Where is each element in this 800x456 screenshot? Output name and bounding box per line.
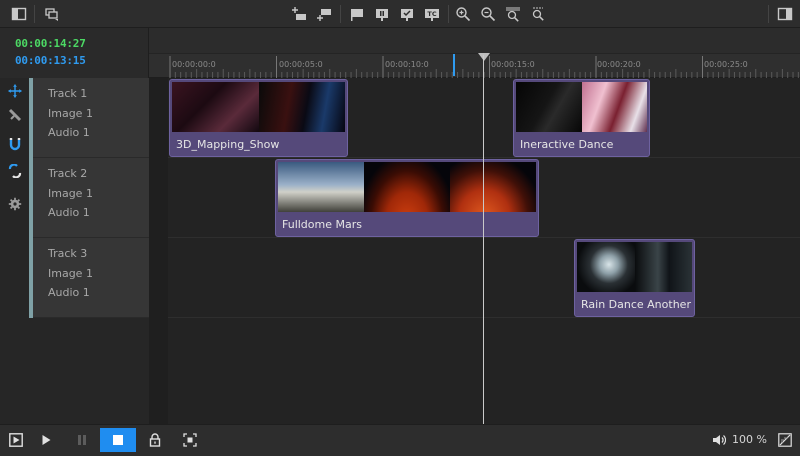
- clip-thumbnail: [258, 82, 345, 132]
- track-image-label: Image 1: [48, 107, 93, 120]
- ruler-label: 00:00:05:0: [279, 60, 323, 69]
- play-icon[interactable]: [34, 429, 58, 451]
- ruler-header: [149, 28, 800, 54]
- toolbar-divider: [448, 5, 449, 23]
- duration-timecode: 00:00:13:15: [15, 54, 86, 67]
- zoom-fit-icon[interactable]: [503, 4, 523, 24]
- clip-thumbnail: [581, 82, 647, 132]
- clip-rain-dance[interactable]: Rain Dance Another Wo: [574, 239, 695, 317]
- zoom-out-icon[interactable]: [478, 4, 498, 24]
- clip-thumbnail: [278, 162, 364, 212]
- track-audio-label: Audio 1: [48, 206, 90, 219]
- clip-thumbnail: [172, 82, 259, 132]
- razor-icon[interactable]: [6, 106, 24, 124]
- zoom-reset-icon[interactable]: [528, 4, 548, 24]
- lane-divider: [168, 157, 800, 158]
- pause-marker-icon[interactable]: [372, 4, 392, 24]
- track-header-1[interactable]: Track 1 Image 1 Audio 1: [29, 78, 149, 158]
- ruler-label: 00:00:00:0: [172, 60, 216, 69]
- clip-thumbnails: [172, 82, 345, 132]
- clip-fulldome-mars[interactable]: Fulldome Mars: [275, 159, 539, 237]
- volume-level: 100 %: [732, 433, 767, 446]
- insert-track-below-icon[interactable]: [314, 4, 334, 24]
- marker-flag-icon[interactable]: [347, 4, 367, 24]
- edit-tools-column: [0, 78, 29, 424]
- ruler-ticks: [169, 56, 799, 78]
- tc-label: TC: [427, 10, 436, 18]
- zoom-in-icon[interactable]: [453, 4, 473, 24]
- ruler-label: 00:00:10:0: [385, 60, 429, 69]
- track-audio-label: Audio 1: [48, 286, 90, 299]
- track-image-label: Image 1: [48, 267, 93, 280]
- clip-3d-mapping-show[interactable]: 3D_Mapping_Show: [169, 79, 348, 157]
- fit-screen-icon[interactable]: [178, 429, 202, 451]
- playhead-line[interactable]: [483, 55, 484, 424]
- track-name: Track 2: [48, 167, 88, 180]
- magnet-snap-icon[interactable]: [6, 136, 24, 154]
- track-name: Track 3: [48, 247, 88, 260]
- insert-track-above-icon[interactable]: [289, 4, 309, 24]
- panel-right-icon[interactable]: [775, 4, 795, 24]
- timeline-ruler-area: 00:00:00:0 00:00:05:0 00:00:10:0 00:00:1…: [149, 28, 800, 78]
- timeline-gutter: [149, 78, 168, 424]
- track-audio-label: Audio 1: [48, 126, 90, 139]
- clip-thumbnails: [577, 242, 692, 292]
- lane-divider: [168, 237, 800, 238]
- stop-icon[interactable]: [100, 428, 136, 452]
- timeline-tracks-area[interactable]: 3D_Mapping_Show Ineractive Dance Fulldom…: [149, 78, 800, 424]
- clip-name: Rain Dance Another Wo: [581, 298, 694, 311]
- timecode-panel: 00:00:14:27 00:00:13:15: [0, 28, 149, 78]
- gear-icon[interactable]: [6, 195, 24, 213]
- ruler-label: 00:00:20:0: [597, 60, 641, 69]
- volume-icon[interactable]: [707, 429, 731, 451]
- track-color-bar: [29, 158, 33, 238]
- clip-thumbnail: [577, 242, 635, 292]
- link-icon[interactable]: [6, 162, 24, 180]
- move-arrows-icon[interactable]: [6, 82, 24, 100]
- panel-left-icon[interactable]: [9, 4, 29, 24]
- ruler-label: 00:00:25:0: [704, 60, 748, 69]
- track-color-bar: [29, 78, 33, 158]
- transport-bar: 100 %: [0, 424, 800, 456]
- track-image-label: Image 1: [48, 187, 93, 200]
- clip-ineractive-dance[interactable]: Ineractive Dance: [513, 79, 650, 157]
- clip-name: 3D_Mapping_Show: [176, 138, 280, 151]
- clip-thumbnails: [278, 162, 536, 212]
- toolbar-divider: [34, 5, 35, 23]
- lane-divider: [168, 317, 800, 318]
- in-point-marker[interactable]: [453, 54, 455, 76]
- current-timecode: 00:00:14:27: [15, 37, 86, 50]
- layers-icon[interactable]: [42, 4, 62, 24]
- toolbar-divider: [768, 5, 769, 23]
- track-header-empty-area: [29, 318, 149, 424]
- track-header-2[interactable]: Track 2 Image 1 Audio 1: [29, 158, 149, 238]
- pause-icon[interactable]: [70, 429, 94, 451]
- clip-name: Fulldome Mars: [282, 218, 362, 231]
- clip-name: Ineractive Dance: [520, 138, 614, 151]
- clip-thumbnail: [364, 162, 450, 212]
- play-toggle-icon[interactable]: [4, 429, 28, 451]
- ruler-label: 00:00:15:0: [491, 60, 535, 69]
- track-header-3[interactable]: Track 3 Image 1 Audio 1: [29, 238, 149, 318]
- timecode-marker-icon[interactable]: TC: [422, 4, 442, 24]
- time-ruler[interactable]: 00:00:00:0 00:00:05:0 00:00:10:0 00:00:1…: [149, 54, 800, 78]
- clip-thumbnail: [450, 162, 536, 212]
- track-name: Track 1: [48, 87, 88, 100]
- playhead-handle[interactable]: [478, 53, 490, 61]
- toolbar-divider: [340, 5, 341, 23]
- track-color-bar: [29, 238, 33, 318]
- clip-thumbnail: [516, 82, 582, 132]
- top-toolbar: TC: [0, 0, 800, 28]
- mute-toggle-icon[interactable]: [773, 429, 797, 451]
- checkmark-marker-icon[interactable]: [397, 4, 417, 24]
- clip-thumbnail: [634, 242, 692, 292]
- clip-thumbnails: [516, 82, 647, 132]
- lock-icon[interactable]: [143, 429, 167, 451]
